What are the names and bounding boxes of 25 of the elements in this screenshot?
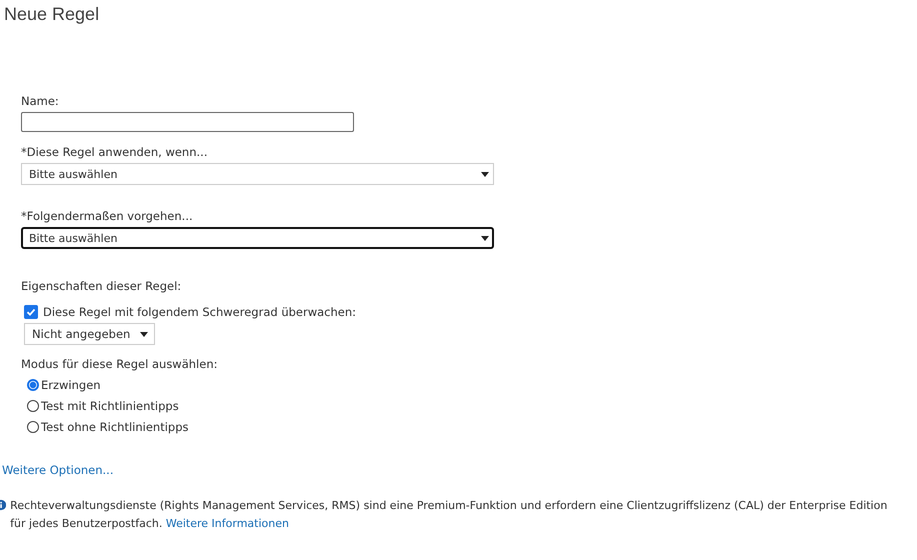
radio-button[interactable] bbox=[27, 420, 39, 432]
radio-button[interactable] bbox=[27, 400, 39, 412]
field-label: Name: bbox=[21, 94, 59, 108]
radio-label: Test mit Richtlinientipps bbox=[41, 398, 179, 412]
field-label: *Folgendermaßen vorgehen... bbox=[21, 209, 193, 223]
radio-button[interactable] bbox=[27, 378, 39, 390]
dropdown[interactable]: Bitte auswählen bbox=[21, 227, 494, 249]
checkbox-label: Diese Regel mit folgendem Schweregrad überwachen: bbox=[43, 305, 356, 319]
info-text: Rechteverwaltungsdienste (Rights Management Services, RMS) sind eine Premium-Funktion und erfordern eine Clientzugriffslizenz (CAL) der Enterprise Edition für jedes Benutzerpostfach. Weitere Informationen bbox=[10, 498, 888, 532]
checkbox[interactable] bbox=[24, 305, 38, 319]
caret-icon bbox=[481, 172, 489, 176]
caret-icon bbox=[140, 332, 148, 336]
section-label: Eigenschaften dieser Regel: bbox=[21, 279, 182, 293]
caret-icon bbox=[481, 236, 489, 240]
info-icon bbox=[0, 499, 6, 511]
field-label: *Diese Regel anwenden, wenn... bbox=[21, 145, 208, 159]
page-title: Neue Regel bbox=[3, 4, 100, 26]
radio-label: Erzwingen bbox=[41, 378, 101, 392]
section-label: Modus für diese Regel auswählen: bbox=[21, 357, 218, 371]
more-info-link[interactable]: Weitere Informationen bbox=[166, 517, 289, 530]
radio-label: Test ohne Richtlinientipps bbox=[41, 420, 188, 434]
dropdown[interactable]: Bitte auswählen bbox=[21, 163, 494, 185]
severity-dropdown[interactable]: Nicht angegeben bbox=[24, 323, 156, 345]
more-options-link[interactable]: Weitere Optionen... bbox=[2, 463, 114, 477]
name-field[interactable] bbox=[21, 112, 354, 132]
